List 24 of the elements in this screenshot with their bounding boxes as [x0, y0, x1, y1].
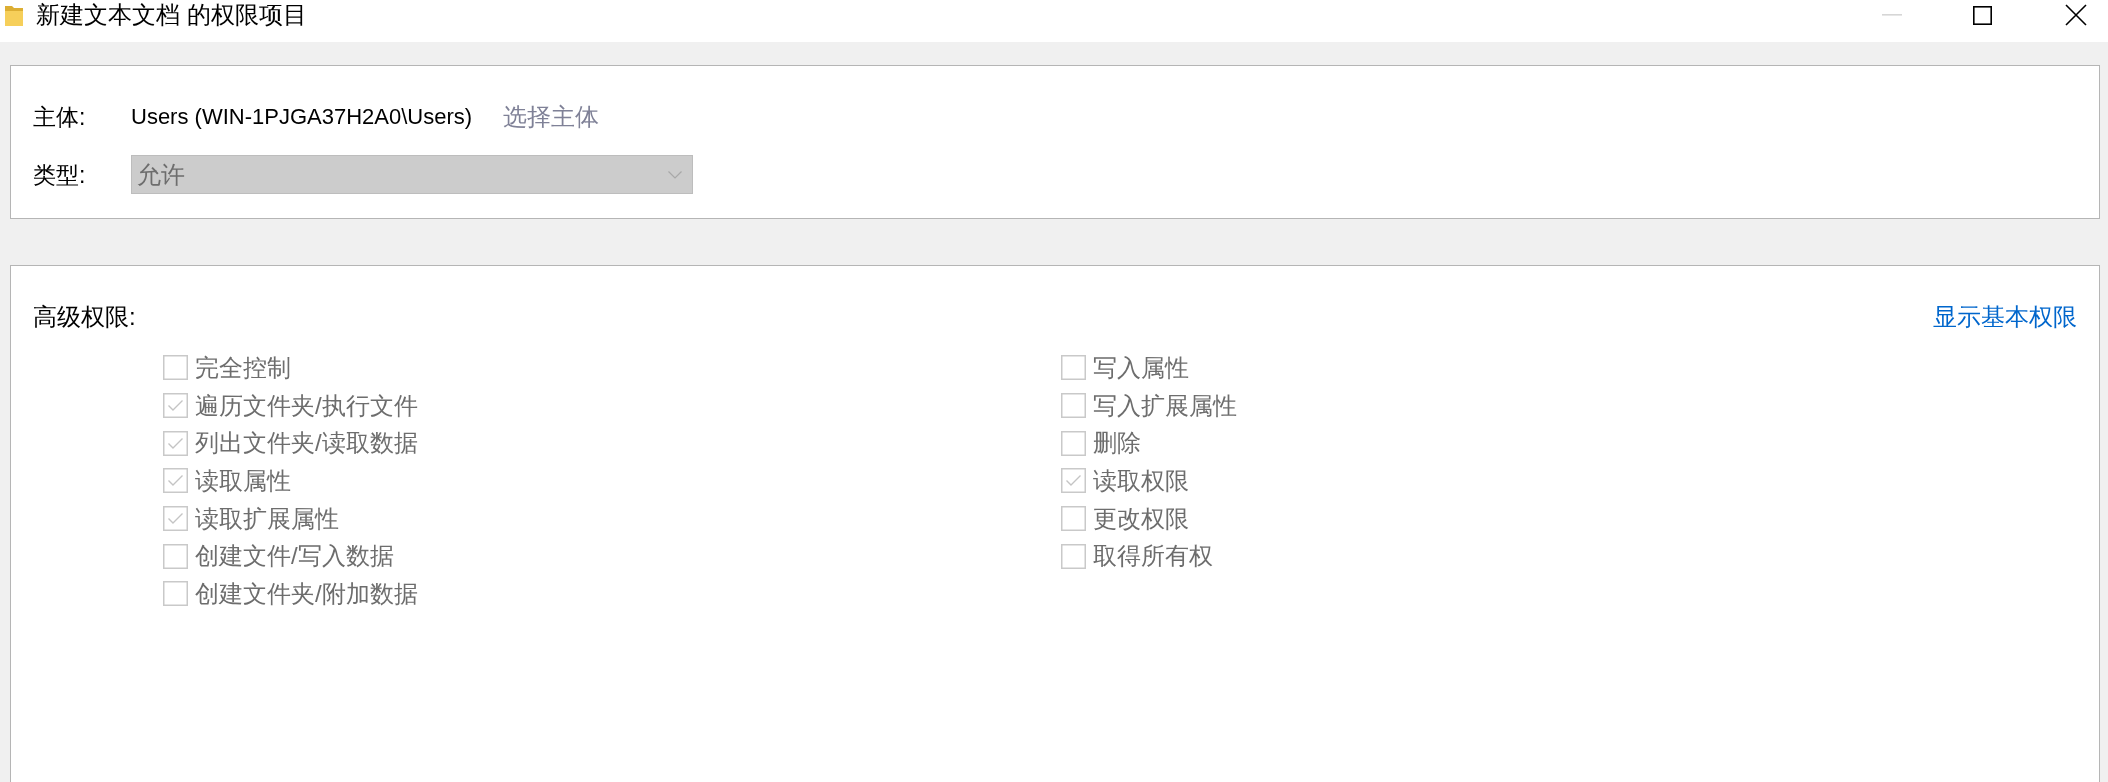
permission-label: 读取权限: [1093, 465, 1189, 496]
permission-label: 读取属性: [195, 465, 291, 496]
permission-label: 遍历文件夹/执行文件: [195, 390, 418, 421]
type-label: 类型:: [33, 160, 87, 190]
permission-label: 完全控制: [195, 352, 291, 383]
chevron-down-icon: [668, 170, 682, 179]
principal-value: Users (WIN-1PJGA37H2A0\Users): [131, 103, 473, 131]
permission-label: 写入属性: [1093, 352, 1189, 383]
permission-label: 创建文件/写入数据: [195, 541, 394, 572]
close-icon: [2064, 4, 2087, 26]
permission-label: 取得所有权: [1093, 541, 1213, 572]
permission-label: 创建文件夹/附加数据: [195, 578, 418, 609]
principal-label: 主体:: [33, 103, 87, 132]
maximize-icon: [1972, 5, 1992, 25]
advanced-permissions-label: 高级权限:: [33, 302, 136, 332]
window-title: 新建文本文档 的权限项目: [36, 0, 307, 30]
permission-label: 列出文件夹/读取数据: [195, 428, 418, 459]
show-basic-permissions-link[interactable]: 显示基本权限: [1933, 299, 2077, 335]
permission-label: 删除: [1093, 428, 1141, 459]
permission-label: 更改权限: [1093, 503, 1189, 534]
folder-icon: [5, 4, 23, 26]
permission-label: 写入扩展属性: [1093, 390, 1237, 421]
permission-label: 读取扩展属性: [195, 503, 339, 534]
minimize-icon: [1882, 14, 1902, 16]
